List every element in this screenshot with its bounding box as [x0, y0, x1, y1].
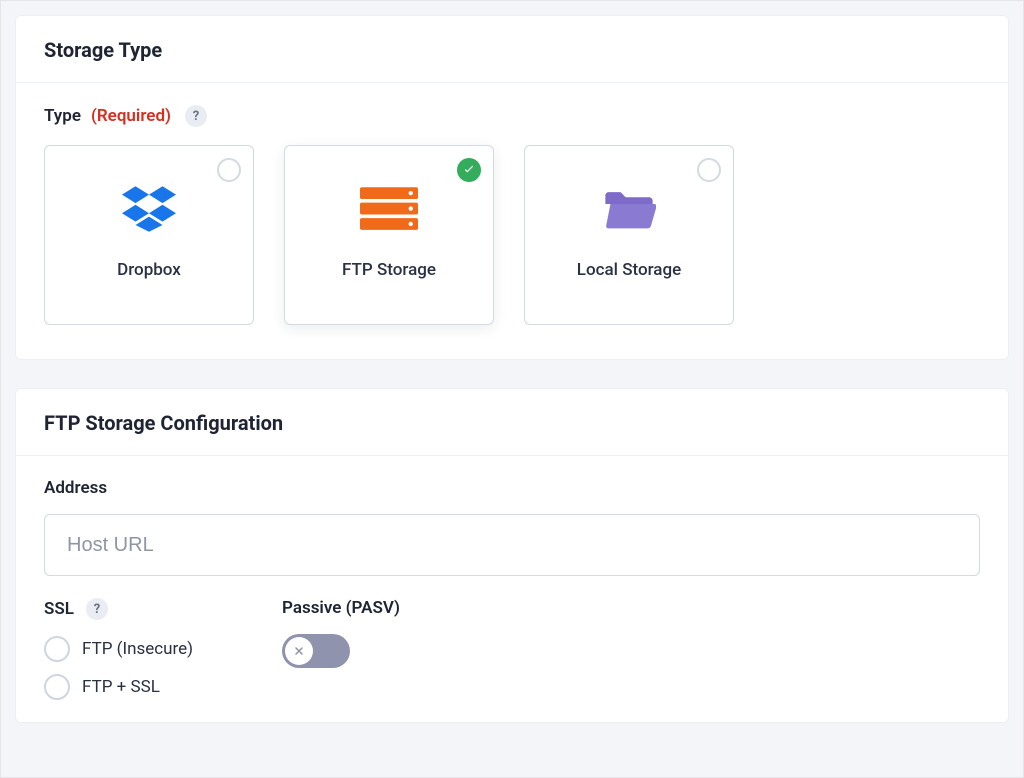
radio-circle: [44, 636, 70, 662]
address-input[interactable]: [44, 514, 980, 576]
storage-type-cards: Dropbox: [44, 145, 980, 325]
storage-card-dropbox-label: Dropbox: [117, 260, 181, 280]
ssl-label-row: SSL ?: [44, 598, 282, 620]
type-label: Type: [44, 106, 81, 126]
storage-card-local-label: Local Storage: [577, 260, 681, 280]
storage-type-body: Type (Required) ?: [16, 83, 1008, 359]
passive-column: Passive (PASV): [282, 598, 400, 712]
storage-type-title: Storage Type: [44, 38, 980, 62]
server-icon: [360, 184, 418, 234]
type-required: (Required): [91, 106, 171, 126]
folder-open-icon: [600, 184, 658, 234]
ssl-label: SSL: [44, 599, 74, 619]
storage-card-dropbox[interactable]: Dropbox: [44, 145, 254, 325]
ftp-config-header: FTP Storage Configuration: [16, 389, 1008, 456]
dropbox-icon: [120, 184, 178, 234]
ftp-config-section: FTP Storage Configuration Address SSL ? …: [15, 388, 1009, 723]
type-field-row: Type (Required) ?: [44, 105, 980, 127]
ssl-option-ssl-label: FTP + SSL: [82, 677, 160, 697]
storage-card-ftp[interactable]: FTP Storage: [284, 145, 494, 325]
ftp-bottom-row: SSL ? FTP (Insecure) FTP + SSL Passive (…: [44, 598, 980, 712]
address-label-row: Address: [44, 478, 980, 498]
storage-type-section: Storage Type Type (Required) ?: [15, 15, 1009, 360]
ssl-column: SSL ? FTP (Insecure) FTP + SSL: [44, 598, 282, 712]
storage-type-header: Storage Type: [16, 16, 1008, 83]
ssl-option-insecure-label: FTP (Insecure): [82, 639, 193, 659]
radio-circle: [44, 674, 70, 700]
storage-card-ftp-label: FTP Storage: [342, 260, 436, 280]
type-help-icon[interactable]: ?: [185, 105, 207, 127]
radio-indicator-checked: [457, 158, 481, 182]
ssl-option-insecure[interactable]: FTP (Insecure): [44, 636, 282, 662]
radio-indicator: [217, 158, 241, 182]
ftp-config-body: Address SSL ? FTP (Insecure) FTP + SSL: [16, 456, 1008, 722]
ssl-help-icon[interactable]: ?: [86, 598, 108, 620]
address-label: Address: [44, 478, 107, 498]
toggle-knob: [285, 637, 313, 665]
radio-indicator: [697, 158, 721, 182]
ssl-option-ssl[interactable]: FTP + SSL: [44, 674, 282, 700]
passive-toggle[interactable]: [282, 634, 350, 668]
ftp-config-title: FTP Storage Configuration: [44, 411, 980, 435]
page-root: Storage Type Type (Required) ?: [0, 0, 1024, 778]
close-icon: [293, 645, 305, 657]
passive-label: Passive (PASV): [282, 598, 400, 618]
passive-label-row: Passive (PASV): [282, 598, 400, 618]
storage-card-local[interactable]: Local Storage: [524, 145, 734, 325]
